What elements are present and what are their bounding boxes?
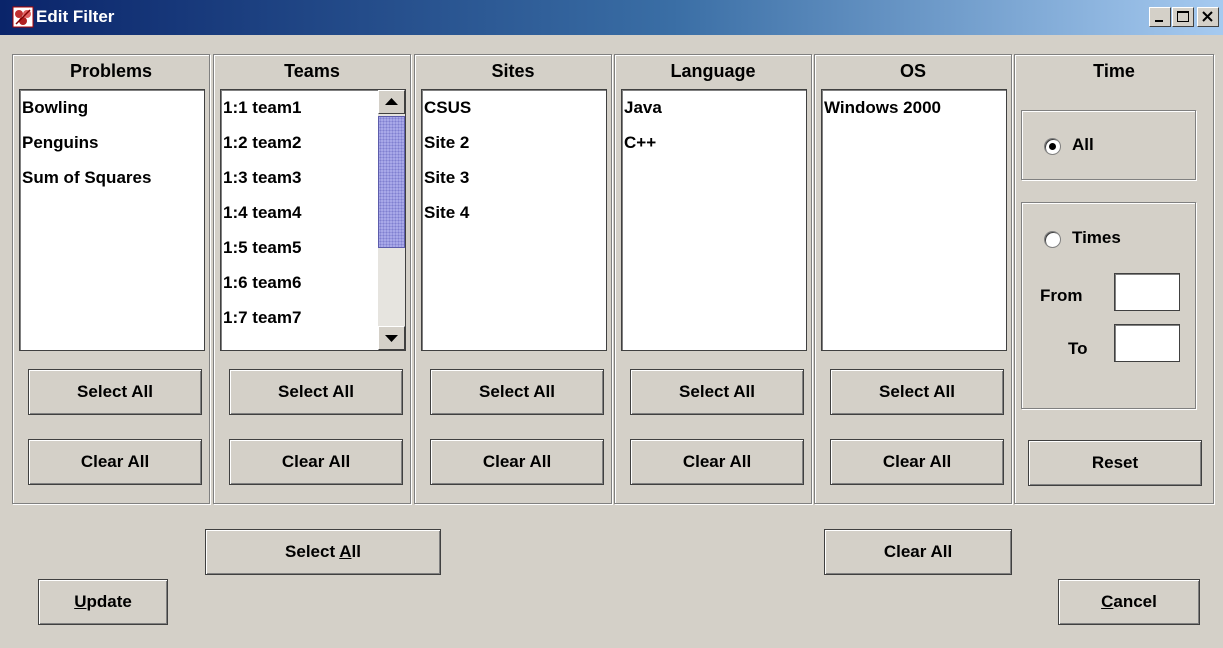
times-radio[interactable] xyxy=(1044,231,1061,248)
teams-select-all-button[interactable]: Select All xyxy=(229,369,403,415)
sites-list[interactable]: CSUS Site 2 Site 3 Site 4 xyxy=(421,89,607,351)
triangle-down-icon xyxy=(385,335,398,342)
list-item[interactable]: CSUS xyxy=(422,94,606,129)
language-select-all-button[interactable]: Select All xyxy=(630,369,804,415)
to-label: To xyxy=(1068,339,1088,358)
edit-filter-app-icon xyxy=(12,6,34,28)
list-item[interactable]: Sum of Squares xyxy=(20,164,204,199)
scroll-thumb[interactable] xyxy=(378,116,405,248)
sites-select-all-button[interactable]: Select All xyxy=(430,369,604,415)
from-label: From xyxy=(1040,286,1083,305)
select-all-mnemonic: A xyxy=(339,542,352,561)
teams-clear-all-button[interactable]: Clear All xyxy=(229,439,403,485)
os-list[interactable]: Windows 2000 xyxy=(821,89,1007,351)
list-item[interactable]: Java xyxy=(622,94,806,129)
time-reset-button[interactable]: Reset xyxy=(1028,440,1202,486)
all-radio[interactable] xyxy=(1044,138,1061,155)
scroll-down-button[interactable] xyxy=(378,326,405,350)
close-icon xyxy=(1202,11,1213,22)
from-field[interactable] xyxy=(1114,273,1180,311)
list-item[interactable]: C++ xyxy=(622,129,806,164)
list-item[interactable]: Site 2 xyxy=(422,129,606,164)
update-text-suffix: pdate xyxy=(86,592,132,611)
time-title: Time xyxy=(1093,61,1135,81)
cancel-button[interactable]: Cancel xyxy=(1058,579,1200,625)
teams-scrollbar[interactable] xyxy=(378,90,405,350)
os-panel: OS Windows 2000 Select All Clear All xyxy=(814,54,1012,504)
window-title: Edit Filter xyxy=(36,7,115,26)
global-clear-all-button[interactable]: Clear All xyxy=(824,529,1012,575)
update-mnemonic: U xyxy=(74,592,87,611)
close-button[interactable] xyxy=(1197,7,1219,27)
language-title: Language xyxy=(670,61,756,81)
language-panel: Language Java C++ Select All Clear All xyxy=(614,54,812,504)
os-select-all-button[interactable]: Select All xyxy=(830,369,1004,415)
time-all-group: All xyxy=(1021,110,1196,180)
cancel-text-suffix: ancel xyxy=(1113,592,1157,611)
maximize-icon xyxy=(1177,11,1189,22)
sites-title: Sites xyxy=(491,61,535,81)
list-item[interactable]: Bowling xyxy=(20,94,204,129)
list-item[interactable]: Penguins xyxy=(20,129,204,164)
list-item[interactable]: Windows 2000 xyxy=(822,94,1006,129)
teams-list[interactable]: 1:1 team1 1:2 team2 1:3 team3 1:4 team4 … xyxy=(220,89,406,351)
sites-panel: Sites CSUS Site 2 Site 3 Site 4 Select A… xyxy=(414,54,612,504)
teams-title: Teams xyxy=(284,61,340,81)
problems-list[interactable]: Bowling Penguins Sum of Squares xyxy=(19,89,205,351)
sites-clear-all-button[interactable]: Clear All xyxy=(430,439,604,485)
problems-clear-all-button[interactable]: Clear All xyxy=(28,439,202,485)
radio-selected-dot xyxy=(1049,143,1056,150)
language-list[interactable]: Java C++ xyxy=(621,89,807,351)
minimize-button[interactable] xyxy=(1149,7,1171,27)
select-all-text: Select xyxy=(285,542,340,561)
minimize-icon xyxy=(1155,20,1163,22)
select-all-text-suffix: ll xyxy=(351,542,361,561)
title-bar[interactable]: Edit Filter xyxy=(0,0,1223,35)
language-clear-all-button[interactable]: Clear All xyxy=(630,439,804,485)
teams-panel: Teams 1:1 team1 1:2 team2 1:3 team3 1:4 … xyxy=(213,54,411,504)
to-field[interactable] xyxy=(1114,324,1180,362)
time-range-group: Times From To xyxy=(1021,202,1196,409)
os-title: OS xyxy=(899,61,926,81)
scroll-up-button[interactable] xyxy=(378,90,405,114)
problems-title: Problems xyxy=(69,61,153,81)
problems-panel: Problems Bowling Penguins Sum of Squares… xyxy=(12,54,210,504)
update-button[interactable]: Update xyxy=(38,579,168,625)
cancel-mnemonic: C xyxy=(1101,592,1114,611)
problems-select-all-button[interactable]: Select All xyxy=(28,369,202,415)
all-radio-label[interactable]: All xyxy=(1072,135,1094,155)
os-clear-all-button[interactable]: Clear All xyxy=(830,439,1004,485)
global-select-all-button[interactable]: Select All xyxy=(205,529,441,575)
list-item[interactable]: Site 3 xyxy=(422,164,606,199)
triangle-up-icon xyxy=(385,98,398,105)
list-item[interactable]: Site 4 xyxy=(422,199,606,234)
maximize-button[interactable] xyxy=(1172,7,1194,27)
times-radio-label[interactable]: Times xyxy=(1072,228,1121,248)
